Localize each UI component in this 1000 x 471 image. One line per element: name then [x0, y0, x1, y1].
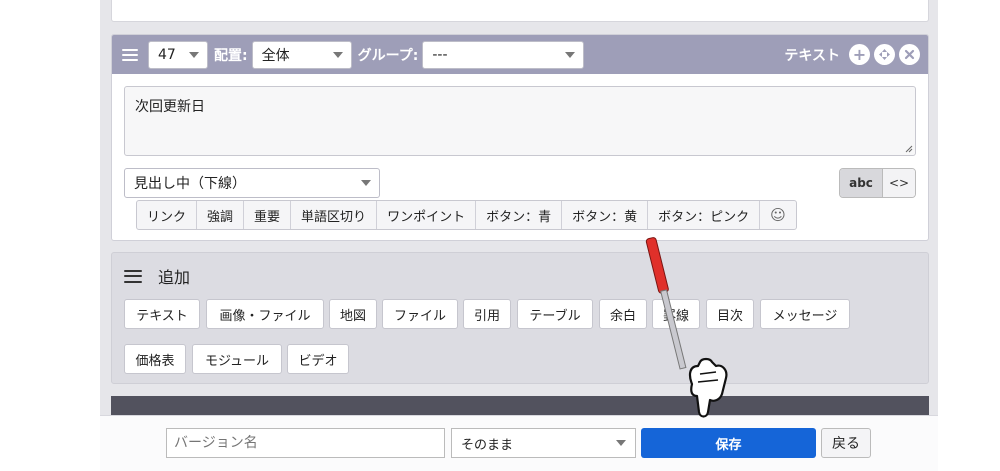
block-header: 47 配置: 全体 グループ: --- テキスト + — [112, 35, 928, 74]
add-spacer-button[interactable]: 余白 — [599, 299, 647, 329]
placement-select[interactable]: 全体 — [251, 40, 352, 69]
add-toc-button[interactable]: 目次 — [706, 299, 754, 329]
add-video-button[interactable]: ビデオ — [287, 344, 349, 374]
save-button[interactable]: 保存 — [641, 428, 816, 458]
block-number-select[interactable]: 47 — [148, 40, 208, 69]
chevron-down-icon — [189, 51, 199, 58]
back-button[interactable]: 戻る — [821, 428, 871, 458]
text-block: 47 配置: 全体 グループ: --- テキスト + 次回更新日 見出し中（下線… — [111, 34, 929, 241]
emoji-icon[interactable]: ☺ — [760, 201, 796, 229]
chevron-down-icon — [616, 440, 626, 446]
mode-code-button[interactable]: <> — [883, 169, 915, 197]
add-panel-title-text: 追加 — [158, 268, 191, 287]
add-map-button[interactable]: 地図 — [329, 299, 377, 329]
add-icon[interactable]: + — [849, 44, 870, 65]
format-button-pink[interactable]: ボタン：ピンク — [648, 201, 761, 229]
text-content-value: 次回更新日 — [135, 99, 205, 115]
format-important-button[interactable]: 重要 — [244, 201, 292, 229]
add-block-panel: 追加 テキスト 画像・ファイル 地図 ファイル 引用 テーブル 余白 罫線 目次… — [111, 252, 929, 384]
close-icon[interactable] — [899, 44, 920, 65]
drag-handle-icon[interactable] — [122, 48, 138, 61]
bottom-action-bar: そのまま 保存 戻る — [100, 415, 938, 471]
add-rule-button[interactable]: 罫線 — [652, 299, 700, 329]
placement-value: 全体 — [261, 47, 290, 64]
format-button-blue[interactable]: ボタン：青 — [476, 201, 563, 229]
version-name-input[interactable] — [166, 428, 445, 458]
format-button-yellow[interactable]: ボタン：黄 — [562, 201, 649, 229]
placement-label: 配置: — [214, 47, 248, 64]
heading-style-value: 見出し中（下線） — [134, 176, 246, 192]
chevron-down-icon — [332, 51, 343, 58]
version-mode-select[interactable]: そのまま — [451, 428, 636, 458]
format-word-break-button[interactable]: 単語区切り — [291, 201, 378, 229]
group-label: グループ: — [357, 47, 419, 64]
previous-block — [111, 0, 929, 22]
resize-handle-icon[interactable] — [905, 145, 913, 153]
format-link-button[interactable]: リンク — [137, 201, 198, 229]
format-emphasis-button[interactable]: 強調 — [197, 201, 245, 229]
block-type-label: テキスト — [784, 47, 840, 64]
move-icon[interactable] — [874, 44, 895, 65]
add-module-button[interactable]: モジュール — [192, 344, 282, 374]
version-mode-value: そのまま — [461, 437, 514, 453]
add-panel-title: 追加 — [124, 264, 190, 288]
add-file-button[interactable]: ファイル — [382, 299, 458, 329]
group-value: --- — [432, 46, 448, 63]
chevron-down-icon — [361, 180, 371, 186]
add-message-button[interactable]: メッセージ — [760, 299, 850, 329]
add-text-button[interactable]: テキスト — [124, 299, 200, 329]
add-price-table-button[interactable]: 価格表 — [124, 344, 186, 374]
editor-mode-toggle: abc <> — [839, 168, 916, 198]
text-content-input[interactable]: 次回更新日 — [124, 86, 916, 156]
menu-icon — [124, 269, 142, 283]
block-actions: テキスト + — [784, 44, 920, 65]
format-toolbar: リンク 強調 重要 単語区切り ワンポイント ボタン：青 ボタン：黄 ボタン：ピ… — [136, 200, 797, 230]
chevron-down-icon — [565, 51, 576, 58]
heading-style-select[interactable]: 見出し中（下線） — [124, 168, 380, 198]
block-number-value: 47 — [158, 46, 176, 63]
add-table-button[interactable]: テーブル — [517, 299, 593, 329]
add-quote-button[interactable]: 引用 — [463, 299, 511, 329]
group-select[interactable]: --- — [422, 40, 585, 69]
format-one-point-button[interactable]: ワンポイント — [377, 201, 477, 229]
add-image-file-button[interactable]: 画像・ファイル — [206, 299, 324, 329]
mode-text-button[interactable]: abc — [840, 169, 883, 197]
